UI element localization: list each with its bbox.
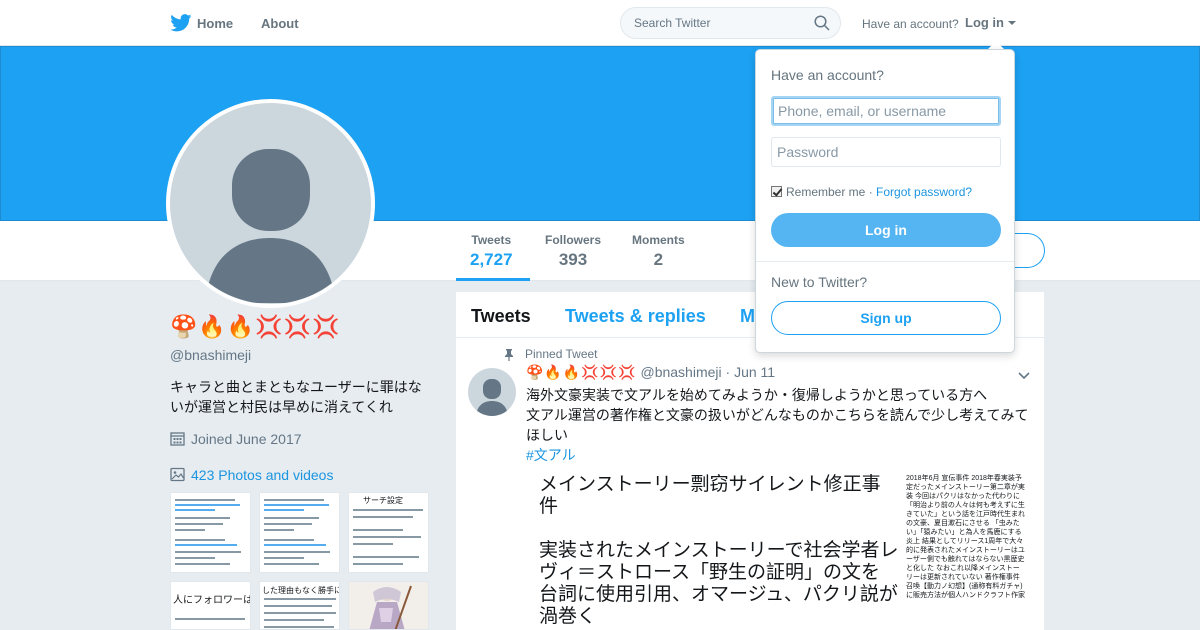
have-account-label: Have an account? <box>862 17 959 31</box>
media-text: メインストーリー剽窃サイレント修正事件 実装されたメインストーリーで社会学者レヴ… <box>539 474 899 628</box>
stat-label: Moments <box>632 233 685 247</box>
tweet-header: 🍄🔥🔥💢💢💢 @bnashimeji · Jun 11 <box>526 364 775 381</box>
thumbnail-caption: した理由もなく勝手に消えて <box>262 586 339 595</box>
stat-label: Tweets <box>471 233 512 247</box>
twitter-bird-icon[interactable] <box>170 14 192 32</box>
joined-text: Joined June 2017 <box>191 431 302 447</box>
photos-link-label[interactable]: 423 Photos and videos <box>191 467 333 483</box>
stat-label: Followers <box>545 233 602 247</box>
chevron-down-icon[interactable] <box>1018 372 1030 380</box>
default-avatar-silhouette-icon <box>170 103 371 304</box>
search-placeholder: Search Twitter <box>634 16 711 30</box>
media-side-text: 2018年6月 宣伝事件 2018年春実装予定だったメインストーリー第二章が実装… <box>906 475 1025 599</box>
photo-thumbnail[interactable] <box>170 492 251 573</box>
tweet-media-image[interactable]: メインストーリー剽窃サイレント修正事件 実装されたメインストーリーで社会学者レヴ… <box>526 466 1031 630</box>
new-to-twitter-label: New to Twitter? <box>771 274 868 290</box>
photo-thumbnail[interactable]: サーチ設定 <box>348 492 429 573</box>
remember-me-label[interactable]: Remember me <box>786 185 865 199</box>
photo-thumbnail-illustration[interactable] <box>348 581 429 630</box>
stat-followers[interactable]: Followers 393 <box>545 233 601 270</box>
nav-home-link[interactable]: Home <box>197 16 233 31</box>
pin-icon <box>505 349 513 361</box>
search-input[interactable]: Search Twitter <box>620 7 841 39</box>
divider <box>756 261 1014 262</box>
pinned-tweet-label: Pinned Tweet <box>525 347 598 361</box>
thumbnail-caption: サーチ設定 <box>363 496 403 505</box>
stat-value: 393 <box>558 250 588 269</box>
stat-tweets[interactable]: Tweets 2,727 <box>470 233 513 270</box>
remember-me-checkbox[interactable] <box>771 186 782 197</box>
profile-display-name[interactable]: 🍄🔥🔥💢💢💢 <box>170 314 340 340</box>
nav-about-link[interactable]: About <box>261 16 299 31</box>
tab-tweets[interactable]: Tweets <box>471 306 531 327</box>
profile-avatar[interactable] <box>166 99 375 308</box>
thumbnail-caption: 人にフォロワーはい <box>173 595 250 606</box>
calendar-icon <box>170 432 185 446</box>
separator-dot: · <box>865 185 877 199</box>
tweet-author-name[interactable]: 🍄🔥🔥💢💢💢 <box>526 364 637 380</box>
caret-down-icon[interactable] <box>1008 21 1016 25</box>
signup-button[interactable]: Sign up <box>771 301 1001 335</box>
photo-thumbnail[interactable]: した理由もなく勝手に消えて <box>259 581 340 630</box>
joined-date: Joined June 2017 <box>170 431 302 447</box>
photo-thumbnail[interactable] <box>259 492 340 573</box>
stat-moments[interactable]: Moments 2 <box>632 233 685 270</box>
tab-media[interactable]: M <box>740 306 755 327</box>
forgot-password-link[interactable]: Forgot password? <box>876 185 972 199</box>
media-body: 実装されたメインストーリーで社会学者レヴィ＝ストロース「野生の証明」の文を台詞に… <box>539 540 899 627</box>
dropdown-title: Have an account? <box>771 67 884 83</box>
profile-bio: キャラと曲とまともなユーザーに罪はないが運営と村民は早めに消えてくれ <box>170 379 422 415</box>
tweet-author-handle[interactable]: @bnashimeji <box>640 364 721 380</box>
login-menu-link[interactable]: Log in <box>965 15 1004 30</box>
top-navigation-bar: Home About Search Twitter Have an accoun… <box>0 0 1200 46</box>
photo-thumbnail[interactable]: 人にフォロワーはい <box>170 581 251 630</box>
password-field[interactable] <box>771 137 1001 167</box>
media-heading: メインストーリー剽窃サイレント修正事件 <box>539 474 881 517</box>
stat-value: 2,727 <box>470 250 513 269</box>
tweet-text-line: 海外文豪実装で文アルを始めてみようか・復帰しようかと思っている方へ <box>526 387 988 403</box>
photo-icon <box>170 467 185 482</box>
photos-videos-link[interactable]: 423 Photos and videos <box>170 467 333 483</box>
profile-handle[interactable]: @bnashimeji <box>170 347 251 363</box>
stat-value: 2 <box>653 250 664 269</box>
login-dropdown: Have an account? Remember me · Forgot pa… <box>755 49 1015 353</box>
tweet-date[interactable]: · Jun 11 <box>726 364 776 380</box>
username-field[interactable] <box>771 96 1001 126</box>
search-icon[interactable] <box>814 15 830 31</box>
tab-tweets-and-replies[interactable]: Tweets & replies <box>565 306 706 327</box>
tweet-text-line: 文アル運営の著作権と文豪の扱いがどんなものかこちらを読んで少し考えてみてほしい <box>526 407 1029 443</box>
remember-row: Remember me · Forgot password? <box>771 185 972 199</box>
active-stat-underline <box>456 278 530 281</box>
tweet-avatar[interactable] <box>468 368 516 416</box>
tweet-hashtag-link[interactable]: #文アル <box>526 445 576 465</box>
tweet-text: 海外文豪実装で文アルを始めてみようか・復帰しようかと思っている方へ 文アル運営の… <box>526 385 1036 445</box>
login-button[interactable]: Log in <box>771 213 1001 247</box>
